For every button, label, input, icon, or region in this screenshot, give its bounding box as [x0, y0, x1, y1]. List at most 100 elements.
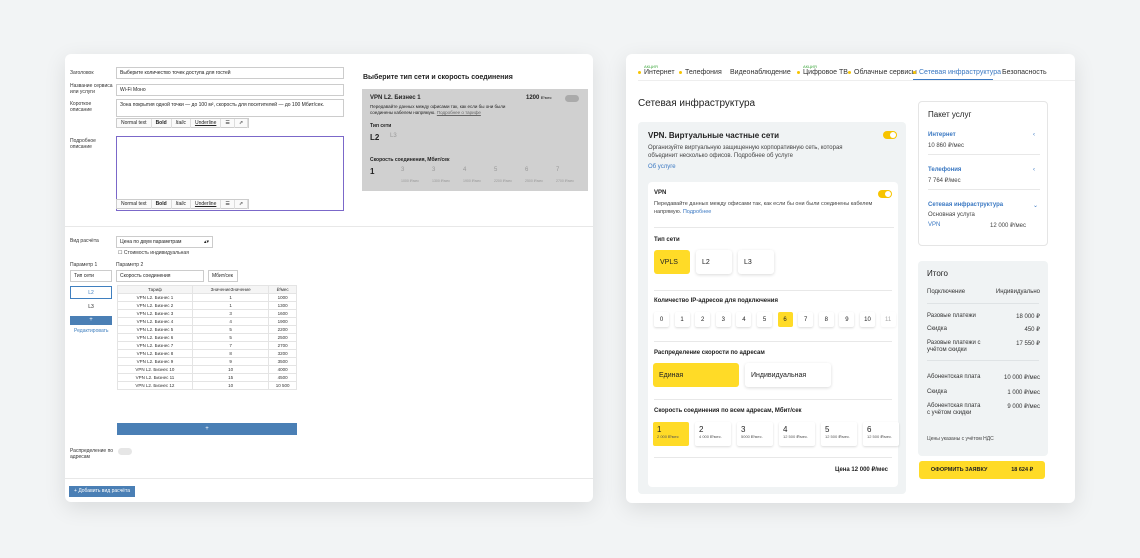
table-cell[interactable]: 3200	[268, 349, 297, 358]
table-cell[interactable]: VPN L2. Бизнес 11	[117, 373, 193, 382]
package-item-name[interactable]: Телефония	[928, 167, 961, 173]
table-cell[interactable]: 1	[191, 301, 270, 310]
preview-speed-option[interactable]: 4	[463, 167, 466, 173]
calc-select[interactable]: Цена по двум параметрам ▴▾	[116, 236, 213, 248]
speed-option[interactable]: 3 5000 ₽/мес.	[737, 422, 773, 446]
table-cell[interactable]: VPN L2. Бизнес 2	[117, 301, 193, 310]
title-input[interactable]: Выберите количество точек доступа для го…	[116, 67, 344, 79]
table-cell[interactable]: 9	[191, 357, 270, 366]
style-select[interactable]: Normal text	[117, 118, 152, 128]
ip-option[interactable]: 10	[860, 312, 875, 327]
ip-option[interactable]: 1	[674, 312, 690, 327]
param2-input[interactable]: Скорость соединения	[116, 270, 204, 282]
tab-0[interactable]: Интернет	[638, 69, 675, 76]
preview-more-link[interactable]: Подробнее о тарифе	[437, 110, 481, 115]
edit-link[interactable]: Редактировать	[74, 328, 109, 334]
speed-option[interactable]: 6 12 500 ₽/мес.	[863, 422, 899, 446]
tab-3[interactable]: Цифровое ТВ	[797, 69, 848, 76]
add-param-button[interactable]: +	[70, 316, 112, 325]
ip-option[interactable]: 3	[715, 312, 731, 327]
table-cell[interactable]: 3500	[268, 357, 297, 366]
table-cell[interactable]: 2700	[268, 341, 297, 350]
type-option-L2[interactable]: L2	[696, 250, 732, 274]
table-cell[interactable]: 4	[191, 317, 270, 326]
ip-option[interactable]: 4	[736, 312, 752, 327]
type-option-L3[interactable]: L3	[738, 250, 774, 274]
inner-toggle[interactable]	[878, 190, 892, 198]
add-calc-button[interactable]: + Добавить вид расчёта	[69, 486, 135, 497]
preview-speed-option[interactable]: 7	[556, 167, 559, 173]
ip-option[interactable]: 5	[757, 312, 772, 327]
table-cell[interactable]: 4000	[268, 365, 297, 374]
table-cell[interactable]: VPN L2. Бизнес 12	[117, 381, 193, 390]
tab-1[interactable]: Телефония	[679, 69, 722, 76]
tab-5[interactable]: Сетевая инфраструктура	[913, 69, 1001, 76]
link-icon[interactable]: ⇗	[235, 199, 249, 209]
tab-2[interactable]: Видеонаблюдение	[730, 69, 791, 76]
table-cell[interactable]: 2200	[268, 325, 297, 334]
preview-speed-option[interactable]: 6	[525, 167, 528, 173]
vpn-link[interactable]: Об услуге	[648, 164, 676, 170]
ip-option[interactable]: 0	[654, 312, 669, 327]
ip-option[interactable]: 2	[695, 312, 711, 327]
style-select[interactable]: Normal text	[117, 199, 152, 209]
underline-button[interactable]: Underline	[191, 199, 222, 209]
dist-single[interactable]: Единая	[653, 363, 739, 387]
order-button[interactable]: ОФОРМИТЬ ЗАЯВКУ 18 624 ₽	[919, 461, 1045, 479]
table-cell[interactable]: 1300	[268, 301, 297, 310]
speed-option[interactable]: 5 12 500 ₽/мес.	[821, 422, 857, 446]
ip-option[interactable]: 7	[798, 312, 814, 327]
param2-unit[interactable]: Мбит/сек	[208, 270, 238, 282]
table-cell[interactable]: 1900	[268, 317, 297, 326]
preview-speed-option[interactable]: 3	[401, 167, 404, 173]
speed-option[interactable]: 24 000 ₽/мес.	[695, 422, 731, 446]
table-cell[interactable]: 15	[191, 373, 270, 382]
ip-option[interactable]: 11	[880, 312, 896, 327]
italic-button[interactable]: Italic	[172, 199, 191, 209]
table-cell[interactable]: VPN L2. Бизнес 7	[117, 341, 193, 350]
individual-checkbox[interactable]: ☐ Стоимость индивидуальная	[118, 250, 189, 256]
table-cell[interactable]: 5	[191, 333, 270, 342]
type-option-VPLS[interactable]: VPLS	[654, 250, 690, 274]
speed-option[interactable]: 4 12 500 ₽/мес.	[779, 422, 815, 446]
tab-4[interactable]: Облачные сервисы	[848, 69, 917, 76]
dist-individual[interactable]: Индивидуальная	[745, 363, 831, 387]
preview-type-l2[interactable]: L2	[370, 133, 379, 142]
preview-speed-option[interactable]: 1	[370, 167, 374, 176]
bold-button[interactable]: Bold	[152, 118, 172, 128]
link-icon[interactable]: ⇗	[235, 118, 249, 128]
italic-button[interactable]: Italic	[172, 118, 191, 128]
ip-option[interactable]: 8	[818, 312, 834, 327]
table-cell[interactable]: VPN L2. Бизнес 9	[117, 357, 193, 366]
table-cell[interactable]: 7	[191, 341, 270, 350]
preview-type-l3[interactable]: L3	[390, 133, 397, 139]
package-item-name[interactable]: Интернет	[928, 132, 956, 138]
preview-toggle[interactable]	[565, 95, 579, 102]
table-cell[interactable]: VPN L2. Бизнес 3	[117, 309, 193, 318]
table-cell[interactable]: 4500	[268, 373, 297, 382]
table-cell[interactable]: 10	[191, 381, 270, 390]
table-cell[interactable]: VPN L2. Бизнес 6	[117, 333, 193, 342]
table-cell[interactable]: VPN L2. Бизнес 10	[117, 365, 193, 374]
speed-option[interactable]: 12 000 ₽/мес	[653, 422, 689, 446]
chevron-icon[interactable]: ⌄	[1033, 202, 1038, 209]
table-cell[interactable]: VPN L2. Бизнес 5	[117, 325, 193, 334]
param1-input[interactable]: Тип сети	[70, 270, 112, 282]
table-cell[interactable]: 5	[191, 325, 270, 334]
package-item-name[interactable]: Сетевая инфраструктура	[928, 202, 1003, 208]
table-cell[interactable]: 1600	[268, 309, 297, 318]
tab-6[interactable]: Безопасность	[1002, 69, 1047, 76]
ip-option[interactable]: 9	[839, 312, 855, 327]
table-cell[interactable]: VPN L2. Бизнес 8	[117, 349, 193, 358]
table-cell[interactable]: 10	[191, 365, 270, 374]
bold-button[interactable]: Bold	[152, 199, 172, 209]
side-item-l3[interactable]: L3	[70, 301, 112, 313]
chevron-icon[interactable]: ‹	[1033, 167, 1035, 173]
list-icon[interactable]: ☰	[221, 199, 235, 209]
chevron-icon[interactable]: ‹	[1033, 132, 1035, 138]
side-item-l2[interactable]: L2	[70, 286, 112, 299]
table-cell[interactable]: VPN L2. Бизнес 1	[117, 293, 193, 302]
table-cell[interactable]: 8	[191, 349, 270, 358]
inner-link[interactable]: Подробнее	[683, 209, 712, 215]
table-cell[interactable]: 1	[191, 293, 270, 302]
